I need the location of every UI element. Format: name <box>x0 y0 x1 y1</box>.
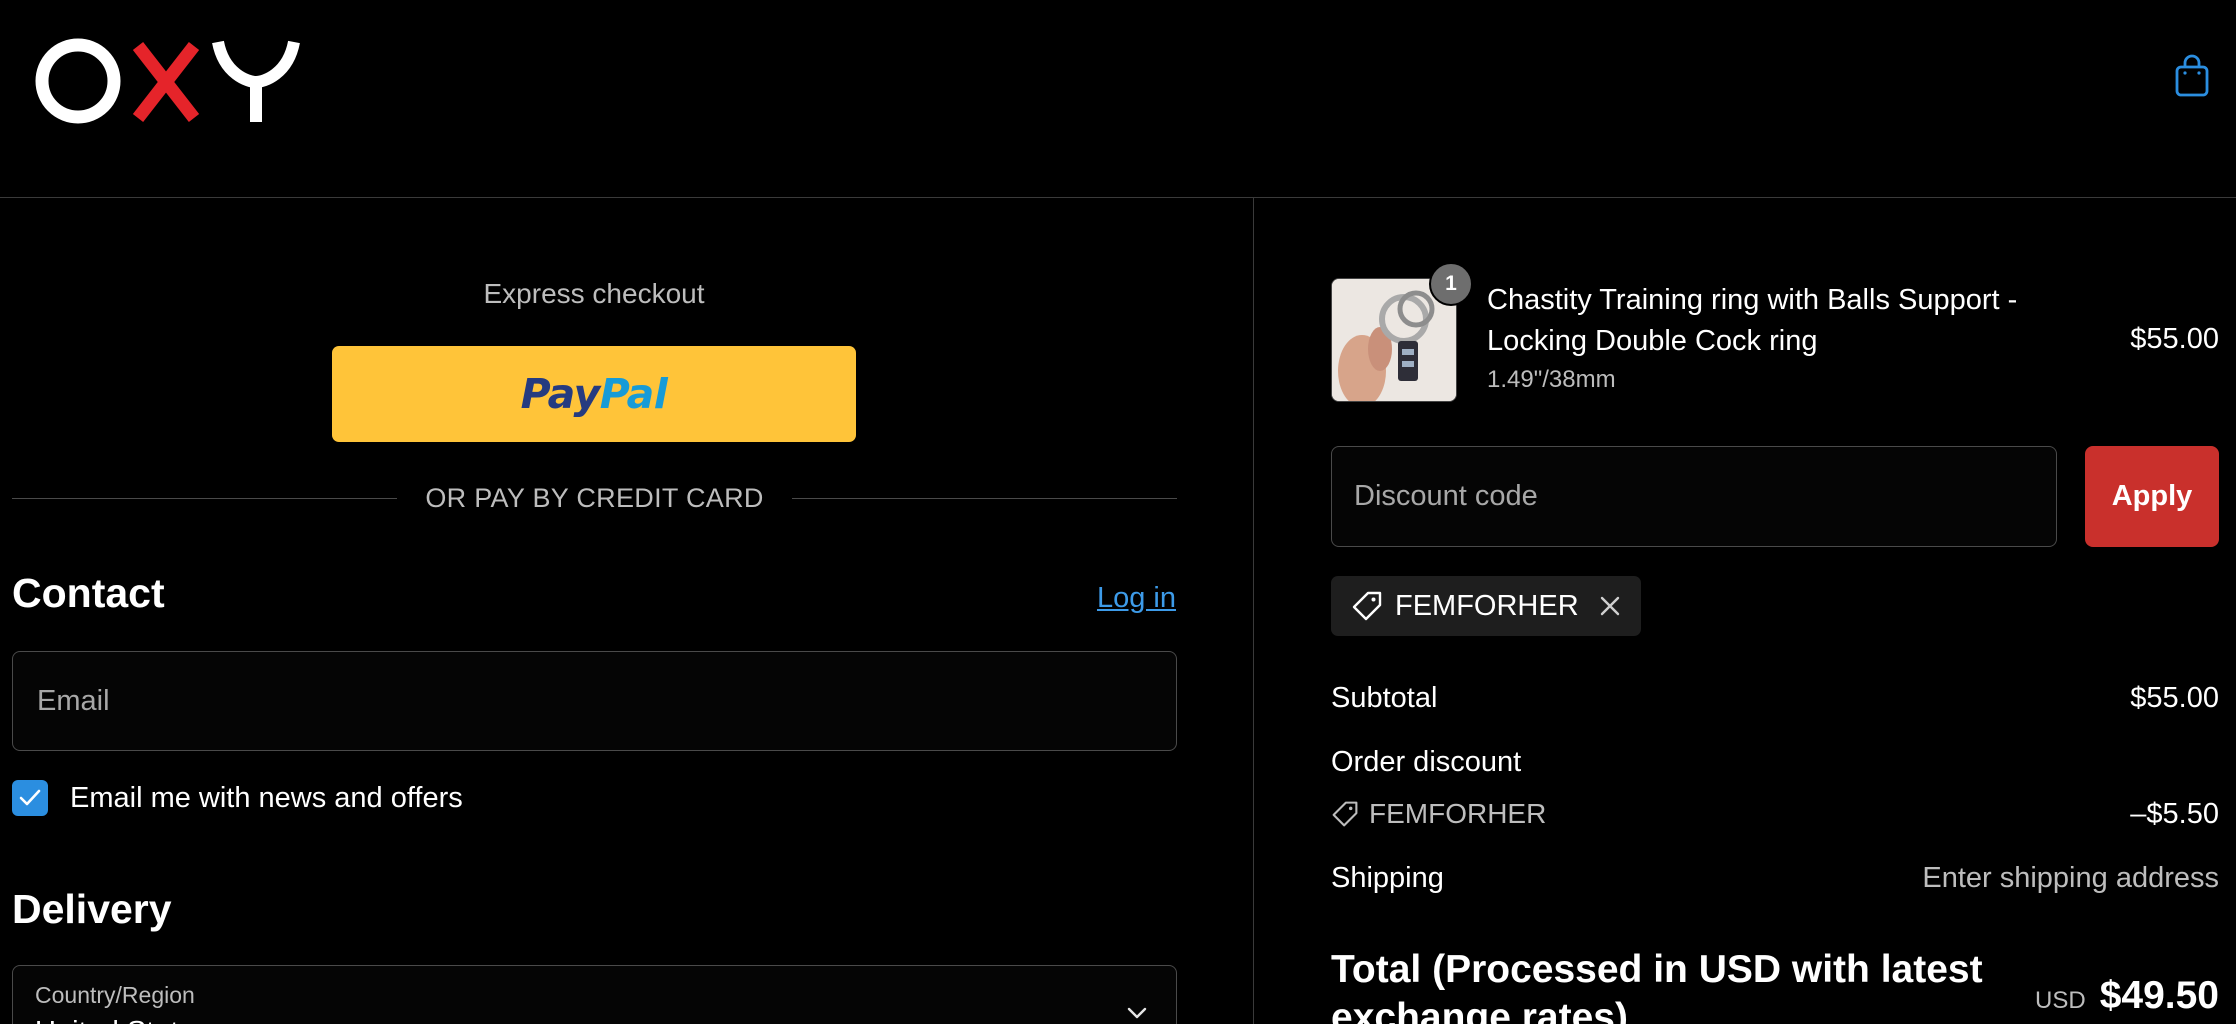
tag-icon <box>1352 591 1382 621</box>
express-checkout-title: Express checkout <box>483 278 705 309</box>
payment-separator: OR PAY BY CREDIT CARD <box>12 478 1178 518</box>
email-field[interactable] <box>12 651 1177 751</box>
discount-code-input[interactable] <box>1331 446 2057 547</box>
order-discount-value: –$5.50 <box>2130 798 2219 830</box>
total-label: Total (Processed in USD with latest exch… <box>1331 948 1983 1024</box>
cart-button[interactable] <box>2170 50 2214 102</box>
order-discount-code: FEMFORHER <box>1331 798 1546 830</box>
applied-discount-code: FEMFORHER <box>1395 589 1579 622</box>
tag-icon <box>1332 801 1358 827</box>
remove-discount-button[interactable] <box>1599 595 1621 617</box>
country-select-value: United States <box>35 1016 209 1024</box>
checkout-page: Express checkout Pay Pal OR PAY BY CREDIT… <box>0 0 2236 1024</box>
total-currency: USD <box>2035 987 2086 1014</box>
quantity-badge: 1 <box>1429 262 1473 306</box>
order-discount-code-text: FEMFORHER <box>1369 798 1547 829</box>
applied-discount-tag: FEMFORHER <box>1331 576 1641 636</box>
product-price: $55.00 <box>2130 323 2219 355</box>
subtotal-value: $55.00 <box>2130 682 2219 714</box>
separator-line-right <box>791 497 1178 499</box>
oxy-logo[interactable] <box>34 34 300 130</box>
header <box>0 0 2236 198</box>
shipping-value: Enter shipping address <box>1922 862 2219 894</box>
delivery-heading: Delivery <box>12 886 172 932</box>
column-divider <box>1253 198 1254 1024</box>
country-select[interactable]: Country/Region United States <box>12 965 1177 1024</box>
contact-heading: Contact <box>12 570 165 616</box>
close-icon <box>1600 596 1619 616</box>
paypal-button[interactable]: Pay Pal <box>332 346 856 442</box>
newsletter-checkbox[interactable] <box>12 780 48 816</box>
newsletter-option: Email me with news and offers <box>12 780 463 816</box>
separator-text: OR PAY BY CREDIT CARD <box>425 482 764 513</box>
newsletter-label: Email me with news and offers <box>70 781 463 814</box>
product-variant: 1.49"/38mm <box>1487 366 1616 393</box>
total-value: USD $49.50 <box>2035 974 2219 1018</box>
paypal-label-pal: Pal <box>599 370 668 418</box>
chevron-down-icon <box>1127 1007 1147 1019</box>
subtotal-label: Subtotal <box>1331 682 1438 714</box>
shopping-bag-icon <box>2175 54 2209 97</box>
login-link[interactable]: Log in <box>1097 582 1176 615</box>
checkmark-icon <box>19 789 41 806</box>
order-discount-label: Order discount <box>1331 746 1522 778</box>
total-amount: $49.50 <box>2099 974 2219 1017</box>
product-name: Chastity Training ring with Balls Suppor… <box>1487 284 2018 357</box>
separator-line-left <box>12 497 398 499</box>
paypal-label-pay: Pay <box>520 370 601 418</box>
country-select-label: Country/Region <box>35 982 195 1008</box>
shipping-label: Shipping <box>1331 862 1444 894</box>
apply-discount-button[interactable]: Apply <box>2085 446 2219 547</box>
